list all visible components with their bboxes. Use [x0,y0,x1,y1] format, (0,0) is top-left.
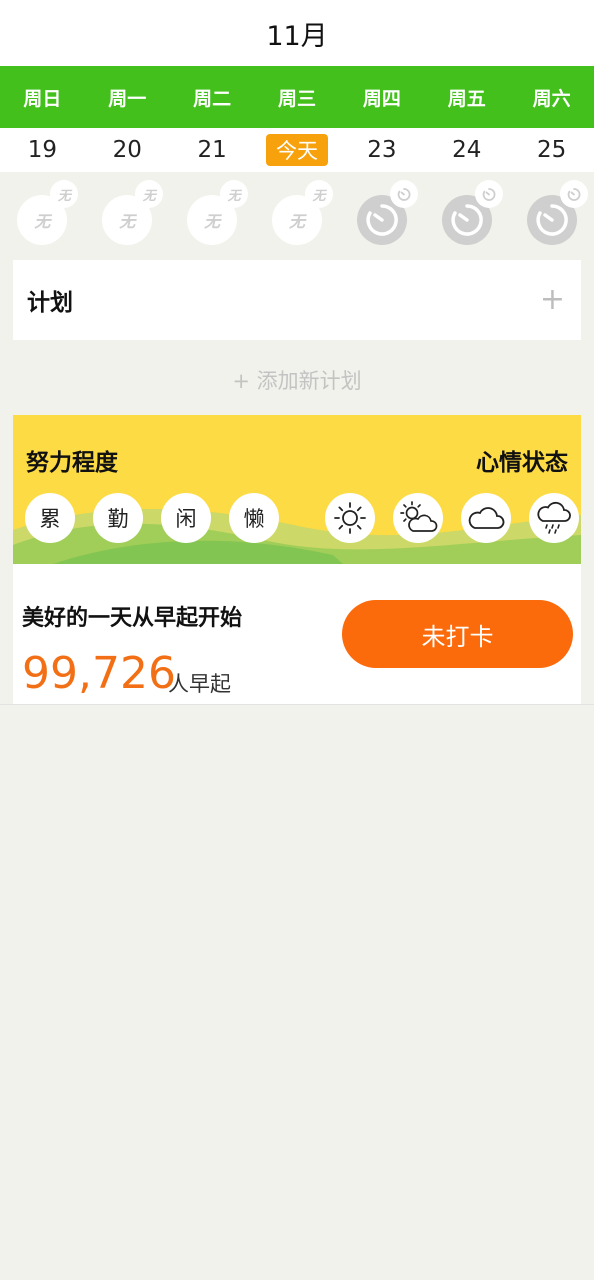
day-status-25[interactable] [509,172,594,258]
date-20[interactable]: 20 [85,128,170,172]
effort-idle-button[interactable]: 闲 [161,493,211,543]
mood-title: 心情状态 [476,450,568,476]
no-record-badge: 无 [220,180,249,208]
date-25[interactable]: 25 [509,128,594,172]
mood-panel: 努力程度 心情状态 累 勤 闲 懒 [13,415,581,564]
day-status-row: 无 无 无 无 无 无 无 无 [0,172,594,258]
weekday-tue: 周二 [193,87,232,110]
early-riser-unit: 人早起 [168,672,231,696]
mood-cloudy-button[interactable] [461,493,511,543]
alarm-badge [474,180,503,208]
weekday-mon: 周一 [108,87,147,110]
divider [0,704,594,705]
weekday-sun: 周日 [23,87,62,110]
rain-icon [537,501,571,534]
early-riser-count: 99,726 [22,648,176,699]
weekday-thu: 周四 [362,87,401,110]
alarm-badge [389,180,418,208]
effort-diligent-button[interactable]: 勤 [93,493,143,543]
effort-tired-button[interactable]: 累 [25,493,75,543]
mood-rain-button[interactable] [529,493,579,543]
effort-title: 努力程度 [26,450,118,476]
top-bar: 11月 [0,0,594,66]
weekday-header: 周日 周一 周二 周三 周四 周五 周六 [0,66,594,128]
wave-background [13,508,581,564]
date-23[interactable]: 23 [339,128,424,172]
weekday-wed: 周三 [278,87,317,110]
alarm-badge [559,180,588,208]
no-record-badge: 无 [305,180,333,208]
day-status-20[interactable]: 无 无 [85,172,170,258]
day-status-21[interactable]: 无 无 [170,172,255,258]
month-title[interactable]: 11月 [266,14,327,53]
alarm-small-icon [397,188,411,201]
early-rise-card: 美好的一天从早起开始 99,726 人早起 未打卡 [13,564,581,704]
partly-cloudy-icon [400,501,438,532]
day-status-19[interactable]: 无 无 [0,172,85,258]
weekday-sat: 周六 [532,87,571,110]
plan-card[interactable]: 计划 + [13,260,581,340]
slogan-text: 美好的一天从早起开始 [22,606,243,631]
plus-icon[interactable]: + [540,285,565,315]
date-row: 19 20 21 今天 23 24 25 [0,128,594,172]
day-status-24[interactable] [424,172,509,258]
mood-partly-cloudy-button[interactable] [393,493,443,543]
date-today[interactable]: 今天 [255,128,340,172]
effort-lazy-button[interactable]: 懒 [229,493,279,543]
today-badge: 今天 [266,134,328,166]
day-status-23[interactable] [339,172,424,258]
day-status-22[interactable]: 无 无 [255,172,340,258]
date-24[interactable]: 24 [424,128,509,172]
no-record-badge: 无 [50,180,79,208]
alarm-small-icon [482,188,496,201]
cloudy-icon [468,507,505,529]
no-record-badge: 无 [135,180,164,208]
check-in-button[interactable]: 未打卡 [342,600,573,668]
date-19[interactable]: 19 [0,128,85,172]
alarm-small-icon [567,188,580,201]
mood-sunny-button[interactable] [325,493,375,543]
date-21[interactable]: 21 [170,128,255,172]
plan-title: 计划 [27,290,73,316]
sunny-icon [334,502,366,534]
weekday-fri: 周五 [447,87,486,110]
add-new-plan-link[interactable]: + 添加新计划 [0,360,594,400]
